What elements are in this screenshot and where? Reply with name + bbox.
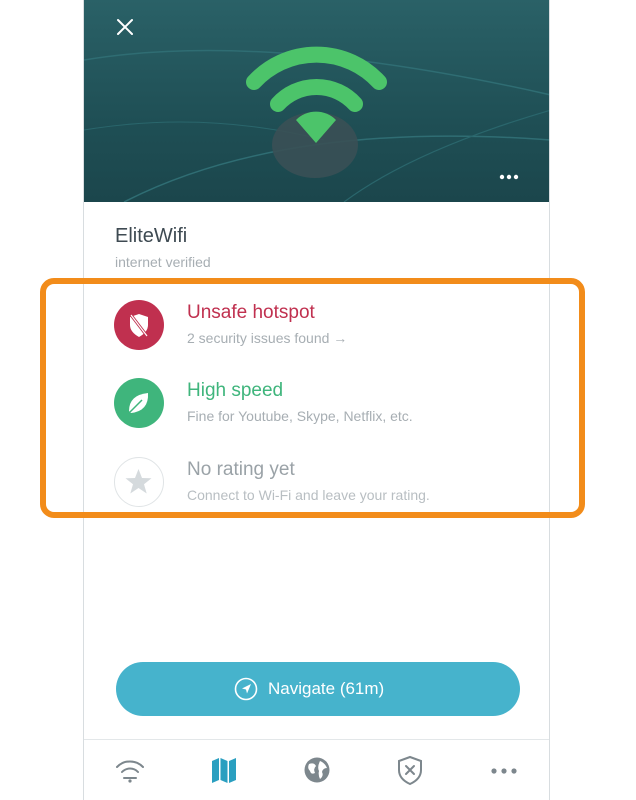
more-dots-icon: [491, 768, 517, 774]
ratings-highlight-box: [40, 278, 585, 518]
globe-icon: [304, 757, 330, 783]
close-icon[interactable]: [114, 16, 136, 38]
navigate-label: Navigate (61m): [268, 679, 385, 698]
hotspot-header: [84, 0, 549, 202]
tab-wifi[interactable]: [114, 754, 146, 786]
tab-globe[interactable]: [301, 754, 333, 786]
navigate-button[interactable]: Navigate (61m): [116, 662, 520, 716]
tab-security[interactable]: [394, 754, 426, 786]
network-name: EliteWifi: [115, 225, 188, 247]
wifi-icon: [234, 40, 394, 180]
tab-map[interactable]: [208, 754, 240, 786]
network-status: internet verified: [115, 254, 211, 270]
wifi-icon: [116, 760, 144, 783]
shield-x-icon: [398, 755, 422, 786]
more-dots-icon[interactable]: [498, 170, 520, 182]
map-icon: [212, 758, 236, 783]
tab-more[interactable]: [488, 754, 520, 786]
tab-bar: [84, 739, 549, 800]
navigation-arrow-icon: [234, 677, 258, 701]
